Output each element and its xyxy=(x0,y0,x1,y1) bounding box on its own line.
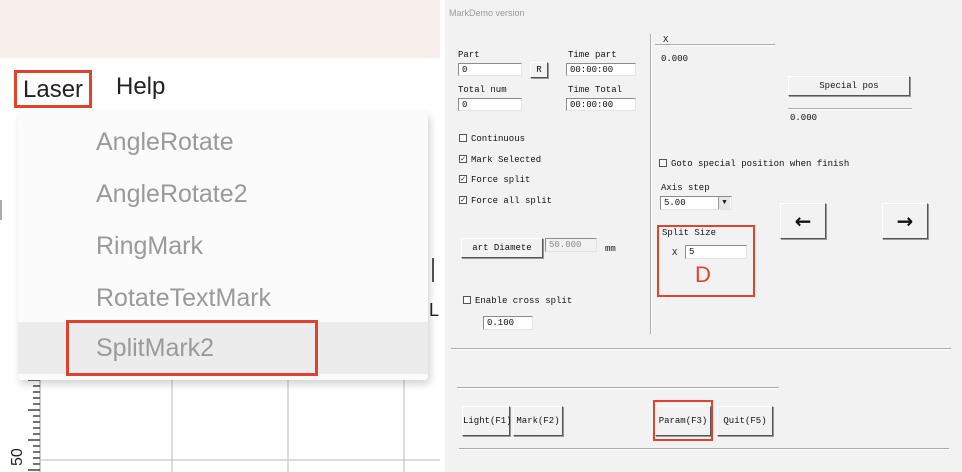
param-highlight xyxy=(653,400,713,441)
menu-help[interactable]: Help xyxy=(110,70,171,108)
reset-part-button[interactable]: R xyxy=(530,62,548,78)
special-pos-value: 0.000 xyxy=(790,113,818,123)
menu-laser[interactable]: Laser xyxy=(14,70,93,108)
mark-selected-checkbox[interactable]: ✓ Mark Selected xyxy=(459,154,542,165)
window-title: MarkDemo version xyxy=(449,8,525,18)
left-arrow-button[interactable]: ← xyxy=(780,203,826,239)
axis-step-value: 5.00 xyxy=(664,198,686,208)
side-mark-right xyxy=(432,258,438,282)
menu-item-rotatetextmark[interactable]: RotateTextMark xyxy=(18,272,428,324)
mark-button[interactable]: Mark(F2) xyxy=(513,406,563,436)
part-field[interactable]: 0 xyxy=(458,63,522,76)
part-diameter-field[interactable]: 50.000 xyxy=(545,238,597,252)
x-value: 0.000 xyxy=(661,54,689,64)
special-pos-button[interactable]: Special pos xyxy=(788,76,910,96)
light-button[interactable]: Light(F1) xyxy=(462,406,512,436)
enable-cross-split-checkbox[interactable]: Enable cross split xyxy=(463,295,573,306)
status-divider xyxy=(459,448,949,450)
checkmark-icon[interactable]: ✓ xyxy=(459,195,467,204)
checkmark-icon[interactable]: ✓ xyxy=(459,154,467,163)
ruler-label: 50 xyxy=(9,448,26,466)
checkbox-box[interactable] xyxy=(659,158,667,167)
special-pos-divider xyxy=(788,108,912,110)
mark-selected-label: Mark Selected xyxy=(471,155,542,165)
bottom-divider xyxy=(451,348,951,350)
force-split-label: Force split xyxy=(471,175,531,185)
chevron-down-icon[interactable]: ▼ xyxy=(718,197,730,209)
right-arrow-button[interactable]: → xyxy=(882,203,928,239)
axis-step-label: Axis step xyxy=(661,183,710,193)
total-num-field[interactable]: 0 xyxy=(458,98,522,111)
checkbox-box[interactable] xyxy=(459,133,467,142)
menu-item-ringmark[interactable]: RingMark xyxy=(18,220,428,272)
time-part-field[interactable]: 00:00:00 xyxy=(566,63,636,76)
buttons-divider xyxy=(457,387,779,389)
x-label: X xyxy=(663,35,669,45)
goto-special-checkbox[interactable]: Goto special position when finish xyxy=(659,158,850,169)
enable-cross-split-label: Enable cross split xyxy=(475,296,573,306)
menu-panel: 50 L Laser Help AngleRotate AngleRotate2… xyxy=(0,0,440,472)
axis-step-select[interactable]: 5.00 ▼ xyxy=(660,196,732,210)
cross-split-field[interactable]: 0.100 xyxy=(483,316,533,330)
arrow-right-icon: → xyxy=(896,209,914,233)
menu-item-anglerotate2[interactable]: AngleRotate2 xyxy=(18,168,428,220)
split-size-highlight xyxy=(657,225,755,297)
side-mark xyxy=(0,200,4,220)
part-diameter-unit: mm xyxy=(605,244,616,254)
total-num-label: Total num xyxy=(458,85,507,95)
x-divider xyxy=(655,44,775,46)
continuous-label: Continuous xyxy=(471,134,526,144)
time-total-label: Time Total xyxy=(568,85,623,95)
time-total-field[interactable]: 00:00:00 xyxy=(566,98,636,111)
splitmark2-highlight xyxy=(66,320,318,376)
force-split-checkbox[interactable]: ✓ Force split xyxy=(459,174,531,185)
force-all-split-checkbox[interactable]: ✓ Force all split xyxy=(459,195,553,206)
menu-bar: Laser Help xyxy=(0,58,440,116)
title-strip xyxy=(0,0,440,58)
edge-letter: L xyxy=(429,300,440,320)
force-all-split-label: Force all split xyxy=(471,196,553,206)
time-part-label: Time part xyxy=(568,50,617,60)
continuous-checkbox[interactable]: Continuous xyxy=(459,133,526,144)
column-divider xyxy=(650,34,652,334)
part-label: Part xyxy=(458,50,480,60)
checkbox-box[interactable] xyxy=(463,295,471,304)
goto-special-label: Goto special position when finish xyxy=(671,159,850,169)
markdemo-dialog: MarkDemo version Part 0 R Time part 00:0… xyxy=(445,0,962,472)
menu-item-anglerotate[interactable]: AngleRotate xyxy=(18,116,428,168)
part-diameter-button[interactable]: art Diamete xyxy=(461,238,543,258)
quit-button[interactable]: Quit(F5) xyxy=(717,406,773,436)
checkmark-icon[interactable]: ✓ xyxy=(459,174,467,183)
arrow-left-icon: ← xyxy=(794,209,812,233)
